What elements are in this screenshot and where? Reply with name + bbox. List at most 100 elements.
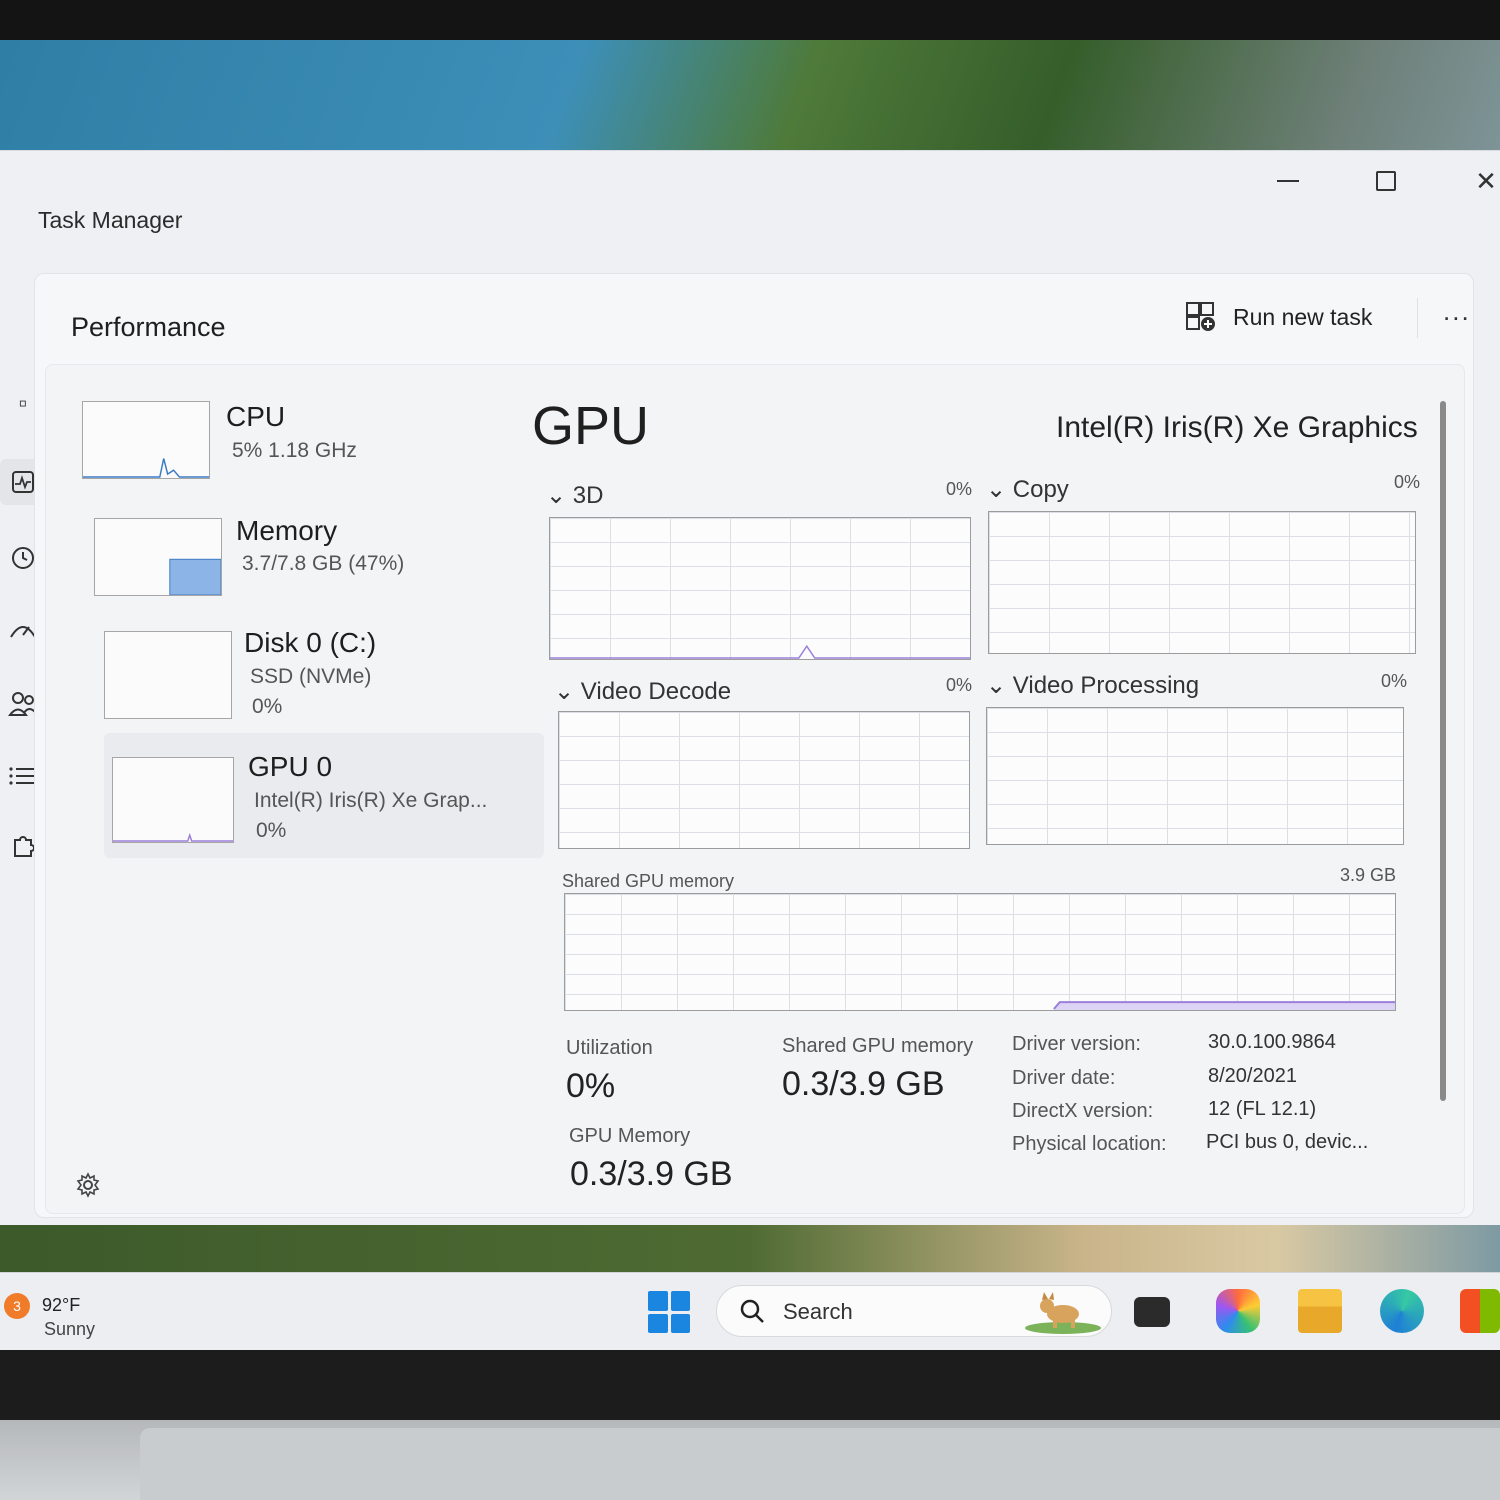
engine-3d-value: 0% (946, 479, 973, 499)
device-item-memory[interactable]: Memory 3.7/7.8 GB (47%) (86, 500, 526, 615)
scrollbar[interactable] (1440, 401, 1446, 1101)
gear-icon (76, 1172, 100, 1198)
disk-usage: 0% (252, 695, 283, 718)
services-puzzle-icon (14, 836, 35, 857)
shared-gpu-memory-graph (564, 893, 1396, 1011)
taskbar: 3 92°F Sunny Search (0, 1272, 1500, 1350)
device-item-cpu[interactable]: CPU 5% 1.18 GHz (74, 385, 514, 500)
toolbar-divider (1417, 298, 1418, 338)
edge-browser-icon[interactable] (1380, 1289, 1424, 1333)
settings-button[interactable] (75, 1172, 101, 1205)
weather-notification-badge: 3 (4, 1293, 30, 1319)
start-button[interactable] (648, 1291, 690, 1333)
minimize-icon (1277, 180, 1299, 182)
engine-video-decode-graph (558, 711, 970, 849)
directx-version-label: DirectX version: (1012, 1100, 1154, 1122)
microsoft-store-icon[interactable] (1460, 1289, 1500, 1333)
utilization-value: 0% (566, 1067, 616, 1105)
run-task-icon (1185, 301, 1217, 333)
shared-gpu-memory-graph-max: 3.9 GB (1340, 865, 1397, 885)
shared-gpu-memory-label: Shared GPU memory (782, 1035, 974, 1057)
task-manager-window: Task Manager ✕ ▫ Performance Run new tas… (0, 150, 1500, 1225)
task-view-icon[interactable] (1134, 1297, 1170, 1327)
weather-temperature: 92°F (42, 1295, 81, 1315)
device-item-disk[interactable]: Disk 0 (C:) SSD (NVMe) 0% (96, 615, 536, 730)
utilization-label: Utilization (566, 1037, 653, 1059)
gpu-memory-label: GPU Memory (569, 1125, 691, 1147)
more-options-button[interactable]: ... (1443, 296, 1471, 327)
engine-video-processing-dropdown[interactable]: ⌄ Video Processing (986, 671, 1199, 700)
chevron-down-icon: ⌄ (546, 482, 573, 509)
search-placeholder: Search (783, 1299, 853, 1324)
close-icon: ✕ (1475, 165, 1497, 196)
performance-panel: Performance Run new task ... CPU 5% 1.18… (34, 273, 1474, 1218)
weather-condition: Sunny (44, 1319, 96, 1339)
memory-usage-fill (169, 558, 221, 595)
run-new-task-button[interactable]: Run new task (1185, 294, 1372, 340)
chevron-down-icon: ⌄ (554, 678, 581, 705)
engine-copy-value: 0% (1394, 472, 1421, 492)
search-highlight-dog-icon (1025, 1292, 1101, 1334)
engine-copy-dropdown[interactable]: ⌄ Copy (986, 475, 1069, 504)
engine-video-decode-value: 0% (946, 675, 973, 695)
shared-gpu-memory-graph-label: Shared GPU memory (562, 871, 735, 891)
screen-bezel-bottom (0, 1350, 1500, 1430)
laptop-keyboard-deck (0, 1420, 1500, 1500)
engine-copy-graph (988, 511, 1416, 654)
memory-thumbnail-graph (94, 518, 222, 596)
memory-usage: 3.7/7.8 GB (47%) (242, 552, 405, 575)
weather-widget[interactable]: 3 92°F Sunny (0, 1289, 120, 1339)
windows-logo-tile (648, 1291, 668, 1311)
cpu-thumbnail-graph (82, 401, 210, 479)
engine-video-processing-label: Video Processing (1012, 672, 1200, 699)
engine-3d-label: 3D (572, 482, 604, 509)
search-icon (740, 1299, 764, 1323)
gpu-detail-model: Intel(R) Iris(R) Xe Graphics (1056, 411, 1418, 444)
taskbar-search-box[interactable]: Search (716, 1285, 1112, 1337)
windows-logo-tile (670, 1313, 690, 1333)
shared-gpu-memory-value: 0.3/3.9 GB (782, 1065, 945, 1103)
page-title: Performance (71, 312, 226, 342)
history-icon (12, 547, 34, 569)
engine-video-processing-value: 0% (1381, 671, 1408, 691)
close-button[interactable]: ✕ (1456, 161, 1500, 201)
performance-content: CPU 5% 1.18 GHz Memory 3.7/7.8 GB (47%) … (45, 364, 1465, 1214)
run-new-task-label: Run new task (1233, 303, 1373, 330)
engine-video-decode-dropdown[interactable]: ⌄ Video Decode (554, 677, 731, 706)
windows-logo-tile (648, 1313, 668, 1333)
gpu-model-short: Intel(R) Iris(R) Xe Grap... (254, 789, 488, 812)
disk-type: SSD (NVMe) (250, 665, 372, 688)
gpu-usage: 0% (256, 819, 287, 842)
copilot-icon[interactable] (1216, 1289, 1260, 1333)
maximize-icon (1376, 171, 1396, 191)
engine-copy-label: Copy (1012, 476, 1069, 503)
disk-thumbnail-graph (104, 631, 232, 719)
gpu-thumbnail-graph (112, 757, 234, 843)
maximize-button[interactable] (1356, 161, 1416, 201)
minimize-button[interactable] (1258, 161, 1318, 201)
performance-icon (12, 471, 34, 493)
driver-date-label: Driver date: (1012, 1067, 1116, 1089)
driver-date-value: 8/20/2021 (1208, 1065, 1297, 1087)
window-title: Task Manager (38, 207, 183, 233)
engine-3d-dropdown[interactable]: ⌄ 3D (546, 481, 603, 510)
directx-version-value: 12 (FL 12.1) (1208, 1098, 1317, 1120)
driver-version-label: Driver version: (1012, 1033, 1141, 1055)
file-explorer-icon[interactable] (1298, 1289, 1342, 1333)
engine-3d-graph (549, 517, 971, 660)
gpu-name: GPU 0 (248, 751, 333, 782)
physical-location-label: Physical location: (1012, 1133, 1167, 1155)
chevron-down-icon: ⌄ (986, 476, 1013, 503)
gpu-memory-value: 0.3/3.9 GB (570, 1155, 733, 1193)
gpu-detail-title: GPU (532, 396, 650, 456)
engine-video-processing-graph (986, 707, 1404, 845)
device-item-gpu[interactable]: GPU 0 Intel(R) Iris(R) Xe Grap... 0% (104, 733, 544, 858)
cpu-name: CPU (226, 401, 286, 432)
disk-name: Disk 0 (C:) (244, 627, 377, 658)
chevron-down-icon: ⌄ (986, 672, 1013, 699)
driver-version-value: 30.0.100.9864 (1208, 1031, 1336, 1053)
windows-logo-tile (670, 1291, 690, 1311)
cpu-usage-speed: 5% 1.18 GHz (232, 439, 357, 462)
physical-location-value: PCI bus 0, devic... (1206, 1131, 1369, 1153)
memory-name: Memory (236, 515, 338, 546)
